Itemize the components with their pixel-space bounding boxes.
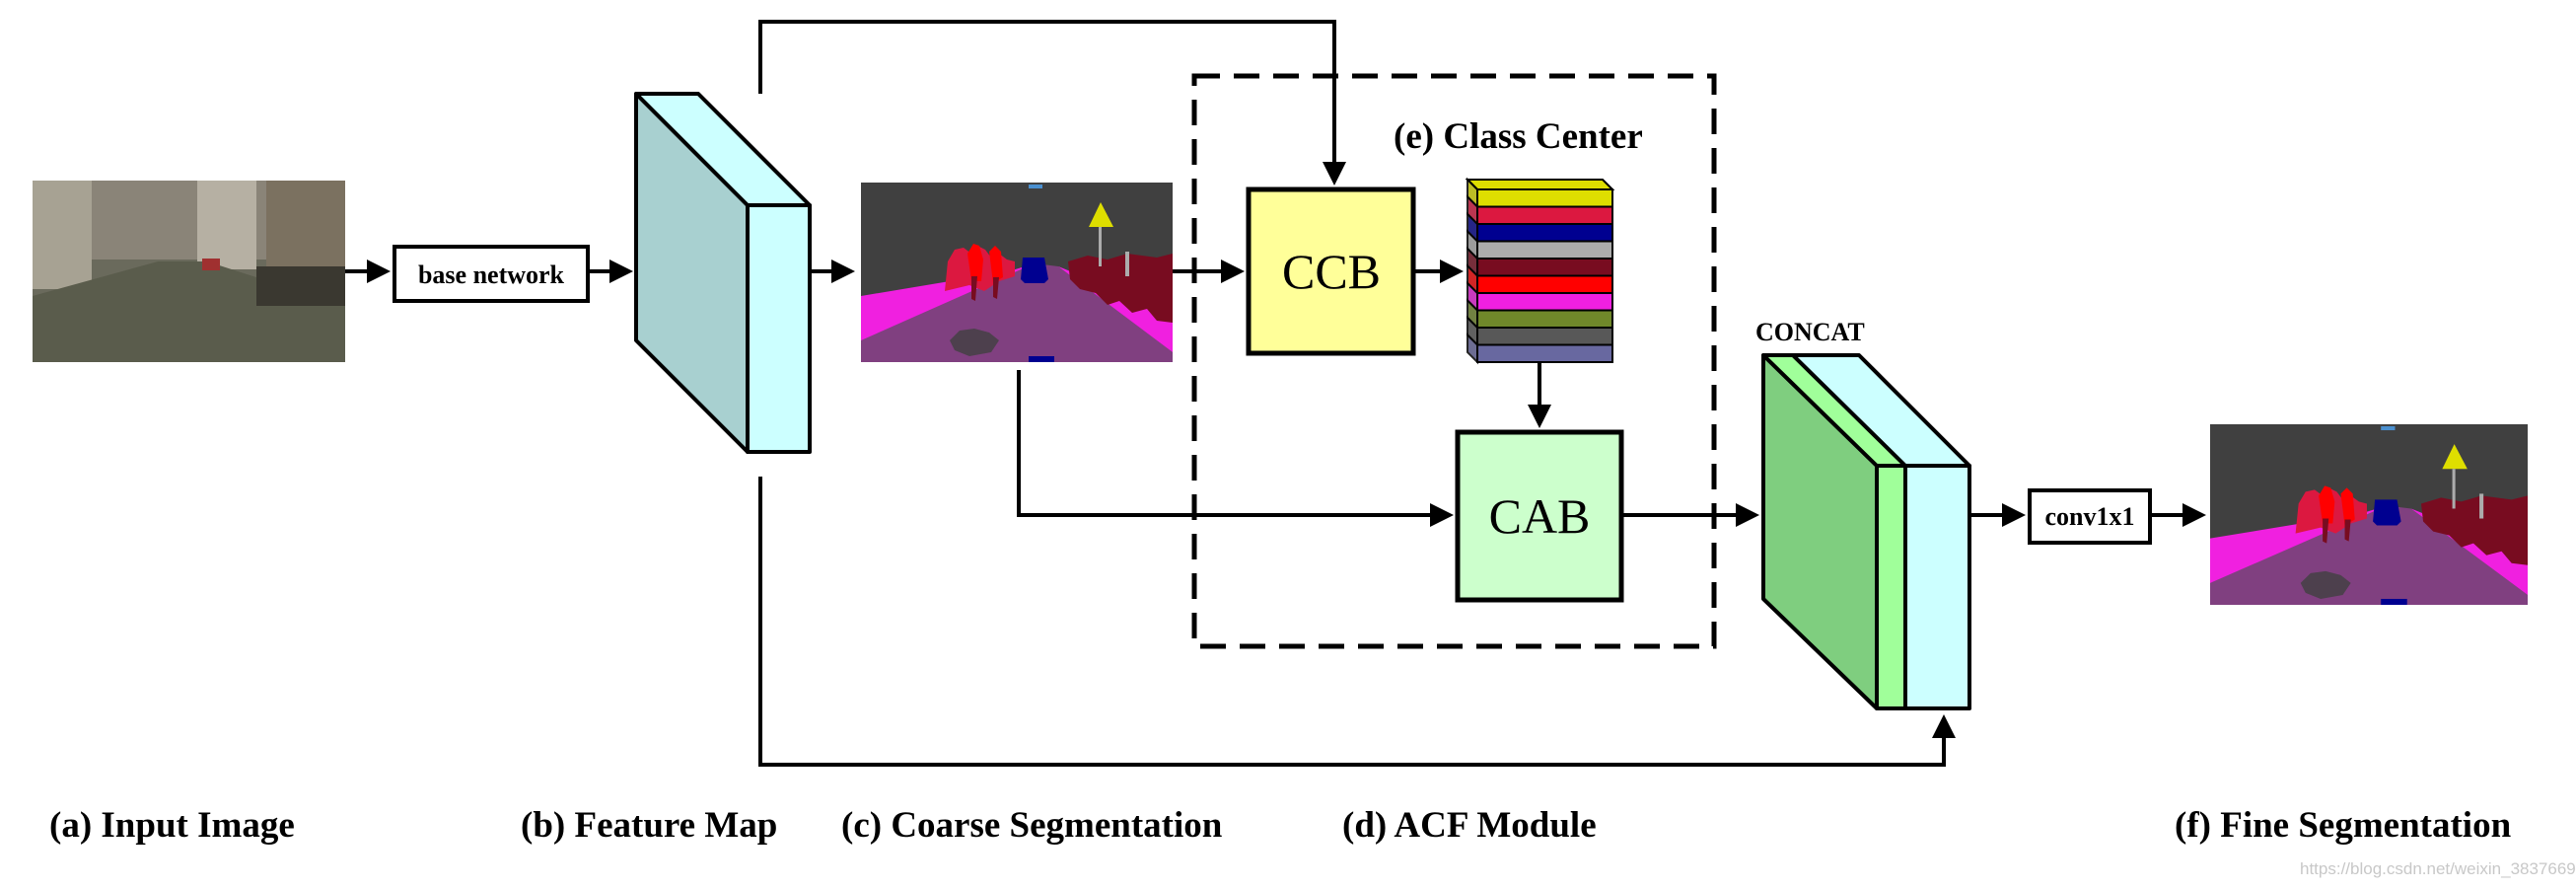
class-center-band (1476, 258, 1613, 277)
arrow-coarse-to-cab (1017, 370, 1454, 527)
coarse-segmentation-image (861, 183, 1173, 362)
conv1x1-label: conv1x1 (2045, 502, 2135, 531)
concat-block (1761, 353, 1971, 710)
class-center-band (1476, 309, 1613, 329)
base-network-label: base network (418, 260, 565, 289)
caption-fine-segmentation: (f) Fine Segmentation (2175, 805, 2512, 846)
acf-module-boundary (1191, 73, 1717, 649)
class-center-band (1476, 240, 1613, 260)
ccb-box: CCB (1246, 186, 1416, 356)
class-center-band (1476, 223, 1613, 243)
fine-segmentation-image (2210, 424, 2528, 605)
caption-acf-module: (d) ACF Module (1342, 805, 1597, 846)
arrow-feature-to-ccb (758, 20, 1346, 185)
watermark: https://blog.csdn.net/weixin_38376693 (2300, 859, 2576, 878)
class-center-band (1476, 274, 1613, 294)
class-center-band (1476, 188, 1613, 208)
caption-coarse-segmentation: (c) Coarse Segmentation (841, 805, 1223, 846)
caption-feature-map: (b) Feature Map (521, 805, 777, 846)
acf-architecture-diagram: base network (e) Class Center CCB CAB CO… (33, 20, 2576, 878)
class-center-band (1476, 292, 1613, 312)
cab-box: CAB (1455, 429, 1624, 603)
cab-label: CAB (1489, 488, 1591, 544)
class-center-band (1476, 205, 1613, 225)
input-image (33, 181, 345, 362)
stack-top-face (1465, 179, 1615, 190)
conv1x1-box: conv1x1 (2028, 488, 2152, 545)
concat-label: CONCAT (1755, 318, 1865, 346)
feature-map-block (634, 92, 812, 454)
ccb-label: CCB (1282, 244, 1381, 299)
caption-input-image: (a) Input Image (49, 805, 295, 846)
class-center-label: (e) Class Center (1394, 116, 1643, 157)
class-center-band (1476, 343, 1613, 363)
class-center-band (1476, 327, 1613, 346)
class-center-stack (1465, 177, 1615, 365)
base-network-box: base network (393, 245, 590, 303)
